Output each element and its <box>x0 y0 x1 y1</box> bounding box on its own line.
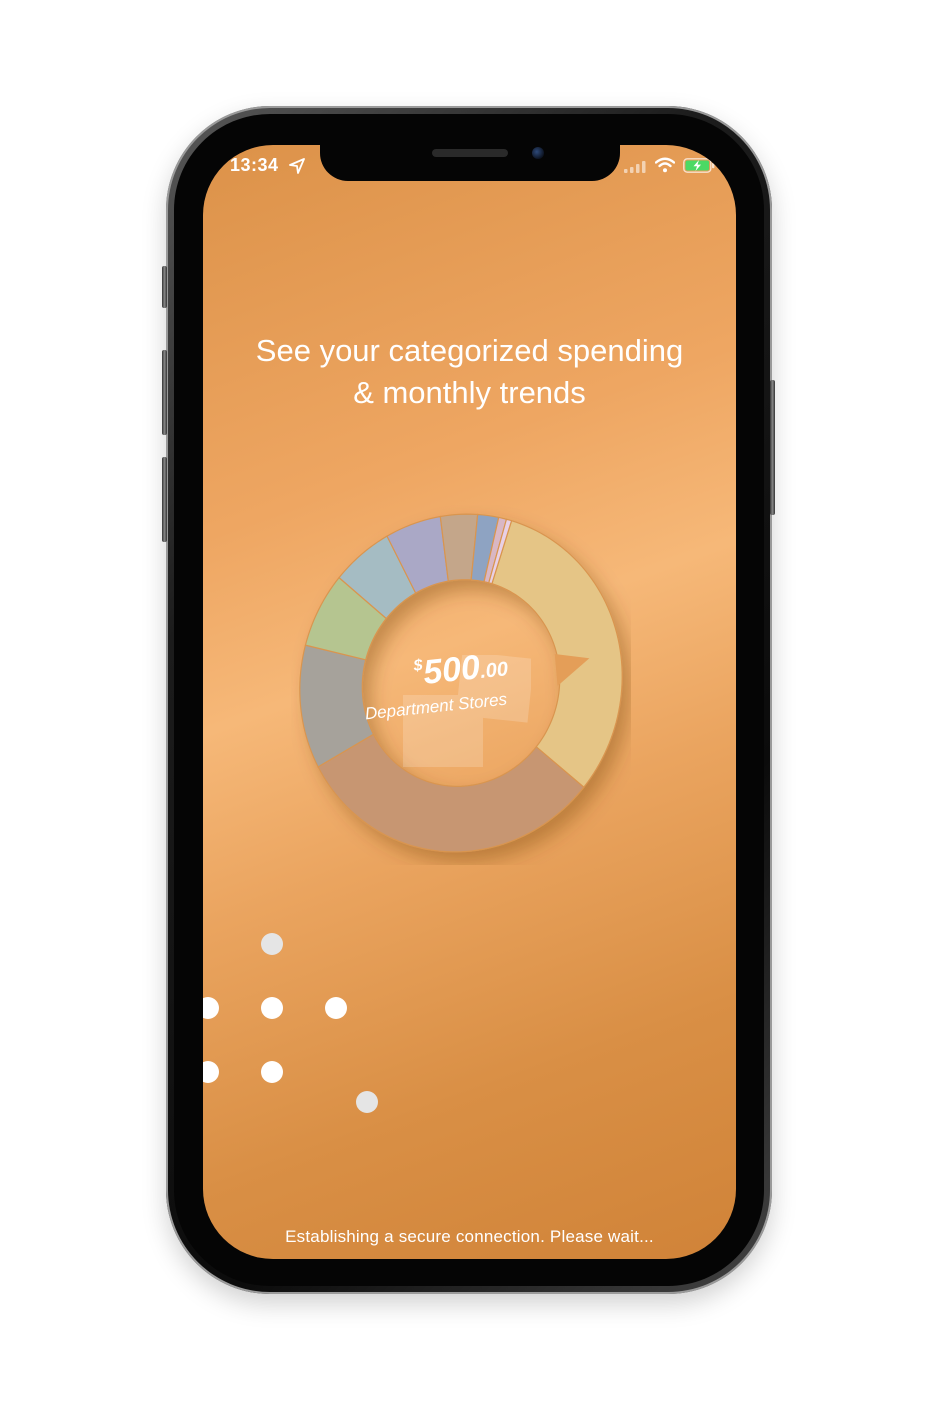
connection-status-message: Establishing a secure connection. Please… <box>285 1227 654 1246</box>
headline-line-1: See your categorized spending <box>255 333 684 368</box>
amount-cents: .00 <box>479 658 510 683</box>
volume-down-button <box>162 457 167 542</box>
headline-line-2: & monthly trends <box>353 375 586 410</box>
spending-donut-chart: $500.00 Department Stores <box>291 505 631 865</box>
onboarding-headline: See your categorized spending & monthly … <box>203 330 736 414</box>
loading-spinner <box>203 925 453 1125</box>
device-mockup: 13:34 See your categorized spending & mo… <box>0 0 941 1422</box>
spinner-dot <box>261 933 283 955</box>
wifi-icon <box>655 157 675 173</box>
spinner-dot <box>325 997 347 1019</box>
front-camera <box>532 147 544 159</box>
spinner-dot <box>203 997 219 1019</box>
notch <box>320 145 620 181</box>
spinner-dot <box>261 997 283 1019</box>
spinner-dot <box>356 1091 378 1113</box>
spinner-dot <box>203 1061 219 1083</box>
power-button <box>770 380 775 515</box>
mute-switch <box>162 266 167 308</box>
battery-charging-icon <box>683 158 715 173</box>
amount-whole: 500 <box>421 648 482 692</box>
location-arrow-icon <box>289 158 305 174</box>
status-bar-time: 13:34 <box>230 155 279 175</box>
spinner-dot <box>261 1061 283 1083</box>
earpiece-speaker <box>432 149 508 157</box>
app-screen: 13:34 See your categorized spending & mo… <box>203 145 736 1259</box>
volume-up-button <box>162 350 167 435</box>
cellular-signal-icon <box>624 161 646 173</box>
